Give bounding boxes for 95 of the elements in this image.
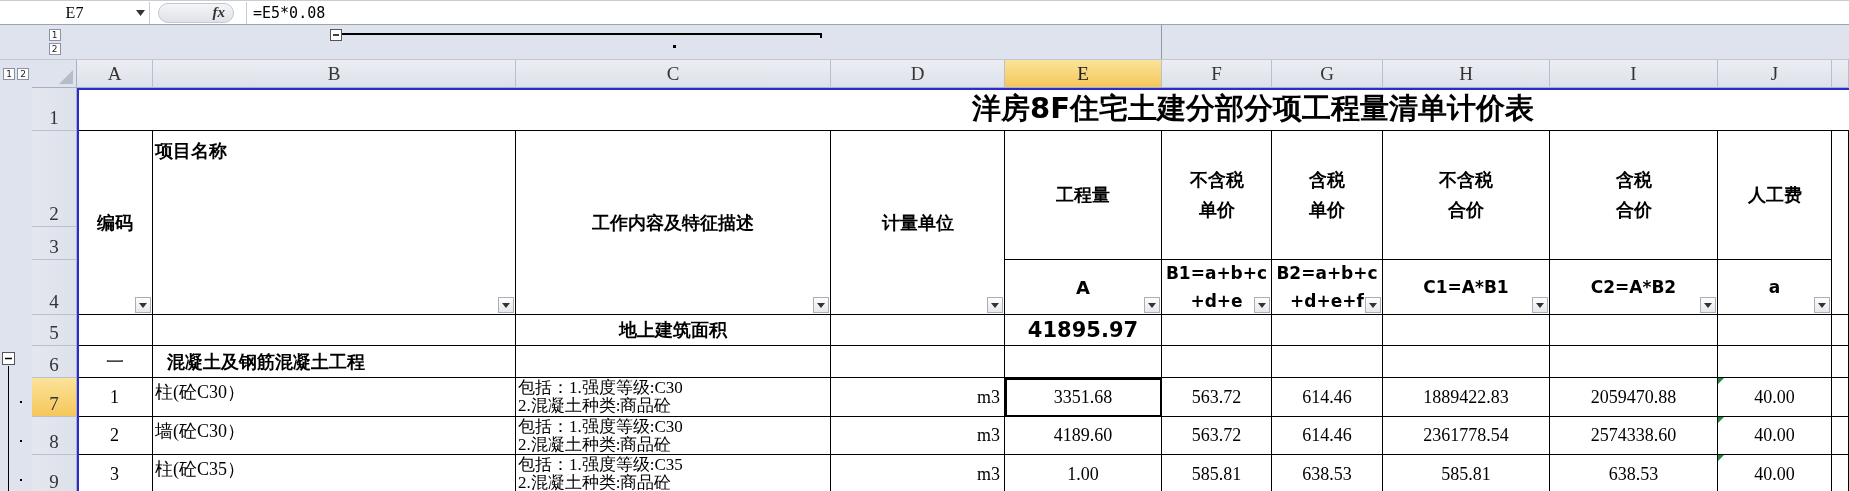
filter-button[interactable] — [498, 297, 514, 313]
outline-level-button[interactable]: 1 — [3, 68, 15, 80]
row-header[interactable]: 9 — [32, 455, 77, 491]
caret-icon — [139, 302, 147, 308]
table-cell — [1832, 346, 1849, 378]
table-cell: 1 — [77, 378, 153, 417]
table-cell: 柱(砼C35） — [153, 455, 516, 491]
table-cell: 3 — [77, 455, 153, 491]
row-header[interactable]: 4 — [32, 260, 77, 315]
outline-level-button[interactable]: 2 — [48, 43, 61, 55]
column-header[interactable]: B — [153, 60, 516, 88]
column-header[interactable]: E — [1005, 60, 1162, 88]
error-indicator-icon — [1718, 378, 1724, 384]
filter-button[interactable] — [1532, 297, 1548, 313]
outline-level-button[interactable]: 1 — [48, 29, 61, 41]
row-header[interactable]: 2 — [32, 131, 77, 227]
filter-button[interactable] — [813, 297, 829, 313]
table-cell: 2 — [77, 417, 153, 455]
table-cell: 585.81 — [1383, 455, 1550, 491]
caret-icon — [817, 302, 825, 308]
row-header[interactable]: 3 — [32, 227, 77, 260]
filter-button[interactable] — [987, 297, 1003, 313]
column-header[interactable]: A — [77, 60, 153, 88]
insert-function-button[interactable]: fx — [158, 2, 234, 23]
collapse-button[interactable] — [2, 352, 15, 365]
row-header[interactable]: 5 — [32, 315, 77, 346]
outline-level-button[interactable]: 2 — [17, 68, 29, 80]
table-cell: 638.53 — [1272, 455, 1383, 491]
caret-icon — [502, 302, 510, 308]
column-header[interactable]: G — [1272, 60, 1383, 88]
table-cell: 1889422.83 — [1383, 378, 1550, 417]
table-cell: 柱(砼C30） — [153, 378, 516, 417]
table-cell-text: 混凝土及钢筋混凝土工程 — [166, 350, 365, 374]
error-indicator-icon — [1718, 455, 1724, 461]
table-cell: 614.46 — [1272, 378, 1383, 417]
collapse-button[interactable] — [330, 29, 342, 41]
caret-icon — [1148, 302, 1156, 308]
row-header[interactable]: 7 — [32, 378, 77, 417]
column-header[interactable]: F — [1162, 60, 1272, 88]
caret-icon — [1258, 302, 1266, 308]
column-header[interactable]: I — [1550, 60, 1718, 88]
row-header[interactable]: 6 — [32, 346, 77, 378]
column-header[interactable]: C — [516, 60, 831, 88]
table-header-cell: 人工费 — [1718, 131, 1832, 260]
filter-button[interactable] — [1365, 297, 1381, 313]
filter-button[interactable] — [1254, 297, 1270, 313]
filter-button[interactable] — [1700, 297, 1716, 313]
table-cell: 40.00 — [1754, 464, 1795, 485]
sheet-title: 洋房8F住宅土建分部分项工程量清单计价表 — [972, 90, 1534, 127]
table-cell: 40.00 — [1754, 425, 1795, 446]
formula-field[interactable]: =E5*0.08 — [246, 1, 1849, 24]
table-cell: 包括：1.强度等级:C30 2.混凝土种类:商品砼 — [516, 378, 831, 417]
table-cell: 2059470.88 — [1550, 378, 1718, 417]
table-cell: 一 — [77, 346, 153, 378]
name-box[interactable]: E7 — [0, 1, 150, 24]
table-header-cell: 含税 单价 — [1272, 131, 1383, 260]
table-cell: 4189.60 — [1005, 417, 1162, 455]
table-cell: 1.00 — [1005, 455, 1162, 491]
table-cell: 墙(砼C30） — [153, 417, 516, 455]
caret-icon — [991, 302, 999, 308]
column-header[interactable]: J — [1718, 60, 1832, 88]
caret-icon — [1369, 302, 1377, 308]
table-cell: 585.81 — [1162, 455, 1272, 491]
table-cell: m3 — [831, 378, 1005, 417]
table-cell: 2574338.60 — [1550, 417, 1718, 455]
table-header-cell: 不含税 单价 — [1162, 131, 1272, 260]
error-indicator-icon — [1718, 417, 1724, 423]
filter-button[interactable] — [1144, 297, 1160, 313]
table-cell: m3 — [831, 417, 1005, 455]
table-cell: m3 — [831, 455, 1005, 491]
table-cell — [1832, 315, 1849, 346]
dropdown-caret-icon[interactable] — [136, 9, 145, 16]
table-cell: 614.46 — [1272, 417, 1383, 455]
triangle-icon — [59, 70, 73, 84]
table-cell: 包括：1.强度等级:C30 2.混凝土种类:商品砼 — [516, 417, 831, 455]
table-cell: 包括：1.强度等级:C35 2.混凝土种类:商品砼 — [516, 455, 831, 491]
table-cell: 563.72 — [1162, 417, 1272, 455]
column-header[interactable]: D — [831, 60, 1005, 88]
table-header-cell: 含税 合价 — [1550, 131, 1718, 260]
table-cell: 3351.68 — [1005, 378, 1162, 417]
row-header[interactable]: 1 — [32, 88, 77, 131]
column-header[interactable]: H — [1383, 60, 1550, 88]
table-cell: 2361778.54 — [1383, 417, 1550, 455]
filter-button[interactable] — [135, 297, 151, 313]
caret-icon — [1536, 302, 1544, 308]
table-cell: 地上建筑面积 — [516, 315, 831, 346]
filter-button[interactable] — [1814, 297, 1830, 313]
row-header[interactable]: 8 — [32, 417, 77, 455]
table-cell: 41895.97 — [1027, 318, 1139, 342]
table-cell: 40.00 — [1754, 386, 1795, 408]
caret-icon — [1818, 302, 1826, 308]
table-header-cell: 不含税 合价 — [1383, 131, 1550, 260]
caret-icon — [1704, 302, 1712, 308]
table-header-cell: 工程量 — [1005, 131, 1162, 260]
table-cell: 563.72 — [1162, 378, 1272, 417]
